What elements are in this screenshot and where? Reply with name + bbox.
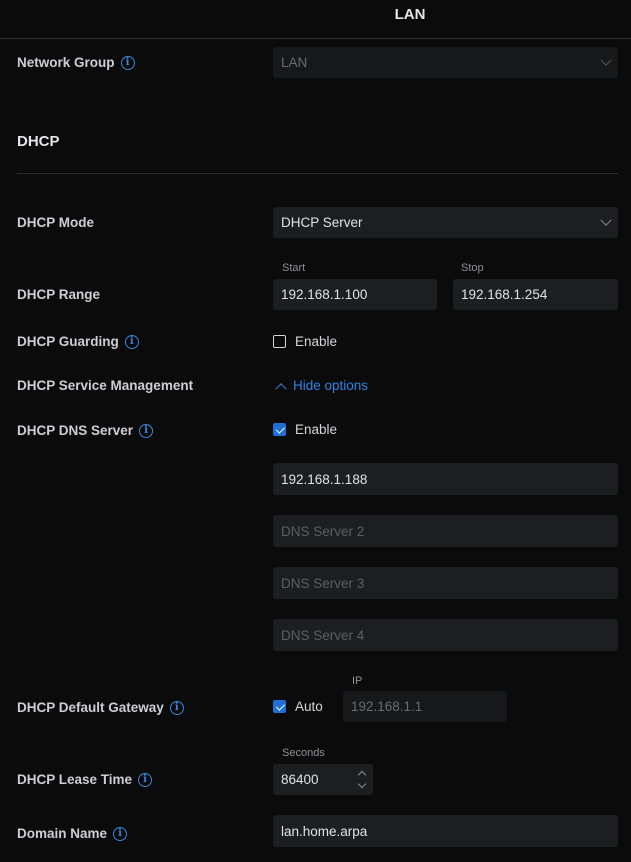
network-group-select[interactable]: LAN bbox=[273, 47, 618, 78]
dns-server-3-input[interactable]: DNS Server 3 bbox=[273, 567, 618, 599]
gateway-auto-label: Auto bbox=[295, 699, 323, 714]
dhcp-guarding-checkbox-label: Enable bbox=[295, 334, 338, 349]
range-start-label: Start bbox=[282, 262, 306, 274]
range-start-input[interactable]: 192.168.1.100 bbox=[273, 279, 437, 310]
dhcp-range-label: DHCP Range bbox=[17, 287, 101, 302]
network-group-label-text: Network Group bbox=[17, 55, 115, 70]
dns-server-3-placeholder: DNS Server 3 bbox=[281, 575, 365, 591]
range-stop-input[interactable]: 192.168.1.254 bbox=[453, 279, 618, 310]
dns-server-checkbox[interactable] bbox=[273, 423, 286, 436]
dhcp-mode-label: DHCP Mode bbox=[17, 215, 95, 230]
dns-server-4-input[interactable]: DNS Server 4 bbox=[273, 619, 618, 651]
lease-time-value: 86400 bbox=[281, 772, 319, 787]
info-icon[interactable]: i bbox=[113, 826, 128, 841]
info-icon[interactable]: i bbox=[138, 772, 153, 787]
dhcp-mode-value: DHCP Server bbox=[281, 215, 363, 230]
dhcp-lease-time-label: DHCP Lease Time i bbox=[17, 772, 153, 787]
chevron-down-icon bbox=[600, 54, 612, 66]
dns-server-checkbox-label: Enable bbox=[295, 422, 338, 437]
network-group-label: Network Group i bbox=[17, 55, 135, 70]
lease-time-unit-label: Seconds bbox=[282, 747, 325, 759]
dns-server-2-input[interactable]: DNS Server 2 bbox=[273, 515, 618, 547]
info-icon[interactable]: i bbox=[120, 55, 135, 70]
dhcp-lease-time-label-text: DHCP Lease Time bbox=[17, 772, 133, 787]
range-stop-value: 192.168.1.254 bbox=[461, 287, 548, 302]
dns-server-1-input[interactable]: 192.168.1.188 bbox=[273, 463, 618, 495]
dns-server-checkbox-row[interactable]: Enable bbox=[273, 422, 337, 437]
stepper-arrows-icon[interactable] bbox=[357, 770, 367, 789]
info-icon[interactable]: i bbox=[139, 423, 154, 438]
domain-name-value: lan.home.arpa bbox=[281, 823, 368, 839]
info-icon[interactable]: i bbox=[169, 700, 184, 715]
chevron-up-icon bbox=[275, 382, 287, 394]
domain-name-label-text: Domain Name bbox=[17, 826, 108, 841]
section-divider bbox=[17, 173, 618, 174]
hide-options-label: Hide options bbox=[293, 378, 369, 393]
info-icon[interactable]: i bbox=[124, 334, 139, 349]
dns-server-4-placeholder: DNS Server 4 bbox=[281, 627, 365, 643]
dhcp-dns-server-label: DHCP DNS Server i bbox=[17, 423, 154, 438]
gateway-ip-label: IP bbox=[352, 675, 363, 687]
gateway-auto-checkbox[interactable] bbox=[273, 700, 286, 713]
lease-time-stepper[interactable]: 86400 bbox=[273, 764, 373, 795]
chevron-down-icon bbox=[600, 214, 612, 226]
dhcp-dns-server-label-text: DHCP DNS Server bbox=[17, 423, 134, 438]
dhcp-guarding-checkbox-row[interactable]: Enable bbox=[273, 334, 337, 349]
dhcp-guarding-label-text: DHCP Guarding bbox=[17, 334, 119, 349]
dhcp-default-gateway-label-text: DHCP Default Gateway bbox=[17, 700, 164, 715]
section-title-dhcp: DHCP bbox=[17, 133, 60, 150]
dns-server-1-value: 192.168.1.188 bbox=[281, 471, 368, 487]
dhcp-mode-select[interactable]: DHCP Server bbox=[273, 207, 618, 238]
network-group-value: LAN bbox=[281, 55, 308, 70]
gateway-ip-input: 192.168.1.1 bbox=[343, 691, 507, 722]
page-title: LAN bbox=[394, 6, 426, 23]
dhcp-guarding-checkbox[interactable] bbox=[273, 335, 286, 348]
hide-options-link[interactable]: Hide options bbox=[275, 378, 369, 394]
gateway-ip-value: 192.168.1.1 bbox=[351, 699, 423, 714]
gateway-auto-checkbox-row[interactable]: Auto bbox=[273, 699, 323, 714]
domain-name-label: Domain Name i bbox=[17, 826, 128, 841]
dns-server-2-placeholder: DNS Server 2 bbox=[281, 523, 365, 539]
dhcp-service-mgmt-label: DHCP Service Management bbox=[17, 378, 194, 393]
domain-name-input[interactable]: lan.home.arpa bbox=[273, 815, 618, 847]
dhcp-default-gateway-label: DHCP Default Gateway i bbox=[17, 700, 184, 715]
dhcp-guarding-label: DHCP Guarding i bbox=[17, 334, 139, 349]
range-start-value: 192.168.1.100 bbox=[281, 287, 368, 302]
header-divider bbox=[0, 38, 631, 39]
range-stop-label: Stop bbox=[461, 262, 484, 274]
